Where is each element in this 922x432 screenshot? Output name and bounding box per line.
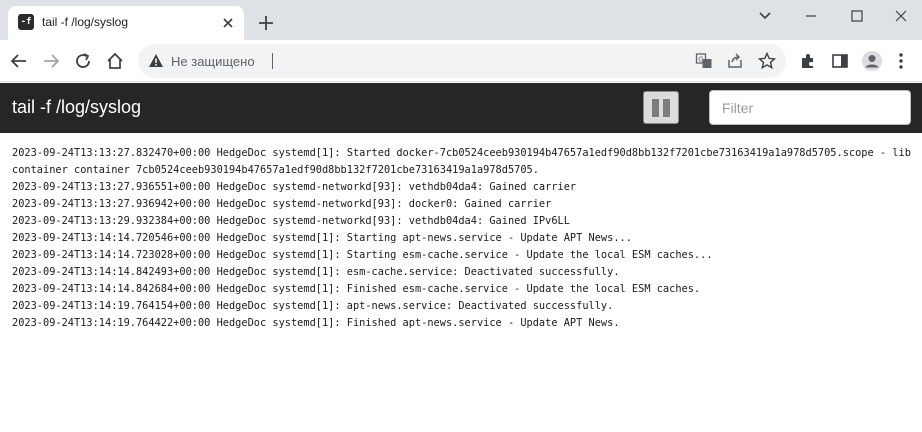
log-line: 2023-09-24T13:13:27.936551+00:00 HedgeDo…: [12, 181, 577, 193]
pause-button[interactable]: [643, 91, 679, 124]
new-tab-icon[interactable]: [254, 11, 278, 35]
log-line: 2023-09-24T13:14:14.842493+00:00 HedgeDo…: [12, 266, 620, 278]
maximize-icon[interactable]: [834, 0, 880, 32]
minimize-icon[interactable]: [788, 0, 834, 32]
forward-icon[interactable]: [38, 48, 64, 74]
tab-strip: -f tail -f /log/syslog: [0, 0, 922, 40]
omnibox-separator: [272, 53, 273, 69]
log-output: 2023-09-24T13:13:27.832470+00:00 HedgeDo…: [12, 145, 912, 332]
security-label[interactable]: Не защищено: [171, 54, 255, 69]
back-icon[interactable]: [6, 48, 32, 74]
app-header: tail -f /log/syslog: [0, 83, 922, 133]
log-line: 2023-09-24T13:14:14.720546+00:00 HedgeDo…: [12, 232, 632, 244]
tab-title: tail -f /log/syslog: [42, 15, 129, 29]
share-icon[interactable]: [725, 51, 745, 71]
log-line: 2023-09-24T13:14:19.764422+00:00 HedgeDo…: [12, 317, 620, 329]
pause-icon: [652, 99, 659, 117]
pause-icon-bar: [663, 99, 670, 117]
log-line: 2023-09-24T13:13:29.932384+00:00 HedgeDo…: [12, 215, 570, 227]
log-line: 2023-09-24T13:14:19.764154+00:00 HedgeDo…: [12, 300, 614, 312]
star-icon[interactable]: [757, 51, 777, 71]
tab-close-icon[interactable]: [218, 13, 238, 33]
log-line: 2023-09-24T13:13:27.936942+00:00 HedgeDo…: [12, 198, 552, 210]
browser-tab[interactable]: -f tail -f /log/syslog: [8, 6, 244, 40]
extensions-icon[interactable]: [795, 48, 821, 74]
translate-icon[interactable]: G: [694, 51, 714, 71]
log-line: 2023-09-24T13:13:27.832470+00:00 HedgeDo…: [12, 147, 911, 176]
page-title: tail -f /log/syslog: [12, 97, 142, 117]
log-line: 2023-09-24T13:14:14.723028+00:00 HedgeDo…: [12, 249, 713, 261]
reload-icon[interactable]: [70, 48, 96, 74]
filter-input[interactable]: [709, 90, 911, 125]
log-line: 2023-09-24T13:14:14.842684+00:00 HedgeDo…: [12, 283, 701, 295]
home-icon[interactable]: [102, 48, 128, 74]
profile-icon[interactable]: [859, 48, 885, 74]
menu-icon[interactable]: [891, 48, 911, 74]
warning-icon[interactable]: [148, 53, 164, 69]
tab-search-icon[interactable]: [742, 0, 788, 32]
close-window-icon[interactable]: [880, 0, 922, 32]
side-panel-icon[interactable]: [827, 48, 853, 74]
svg-text:G: G: [698, 56, 703, 64]
browser-toolbar: Не защищено G: [0, 40, 922, 82]
address-bar[interactable]: Не защищено G: [138, 44, 786, 78]
tab-favicon-icon: -f: [18, 14, 34, 30]
